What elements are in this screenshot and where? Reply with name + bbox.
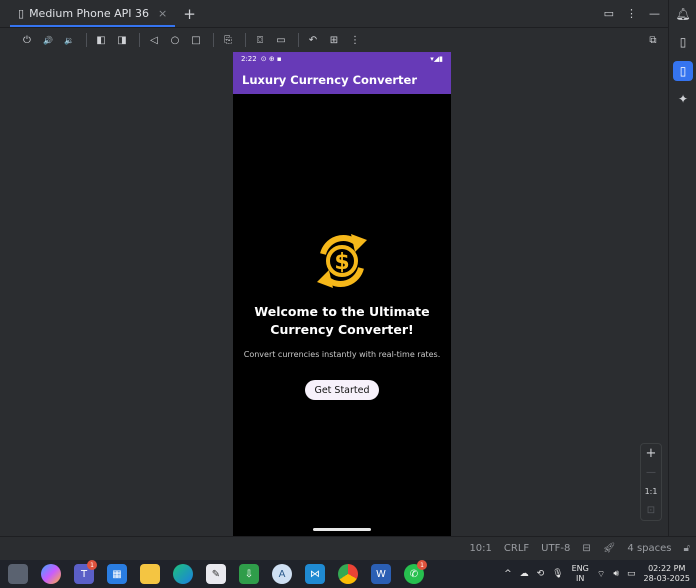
screen-record-icon[interactable]: ▭	[272, 31, 290, 49]
clock[interactable]: 02:22 PM 28-03-2025	[644, 564, 691, 584]
chrome-icon[interactable]	[338, 564, 358, 584]
toolbar-divider	[86, 33, 87, 47]
home-icon[interactable]: ○	[166, 31, 184, 49]
zoom-actual-size-button[interactable]: 1:1	[641, 482, 661, 501]
app-title: Luxury Currency Converter	[242, 73, 418, 87]
toolbar-divider	[213, 33, 214, 47]
notepad-icon[interactable]: ✎	[206, 564, 226, 584]
more-icon[interactable]: ⋮	[346, 31, 364, 49]
back-icon[interactable]: ◁	[145, 31, 163, 49]
right-tool-strip: 🔔︎ ▯ ▯ ✦	[668, 0, 696, 560]
ide-status-bar: 10:1 CRLF UTF-8 ⊟ 🚀︎ 4 spaces 🔓︎	[0, 536, 696, 560]
more-options-icon[interactable]: ⋮	[626, 7, 637, 20]
edge-icon[interactable]	[173, 564, 193, 584]
sync-icon[interactable]: ⟲	[537, 569, 545, 579]
word-icon[interactable]: W	[371, 564, 391, 584]
snapshot-icon[interactable]: ↶	[304, 31, 322, 49]
toolbar-divider	[245, 33, 246, 47]
language-indicator[interactable]: ENG IN	[572, 564, 589, 584]
whatsapp-badge: 1	[417, 560, 427, 570]
power-icon[interactable]: ⏻	[18, 31, 36, 49]
toolbar-divider	[298, 33, 299, 47]
overview-icon[interactable]: □	[187, 31, 205, 49]
emulator-toolbar: ⏻ 🔊 🔉 ◧ ◨ ◁ ○ □ ⎘ ⌼ ▭ ↶ ⊞ ⋮ ⧉	[0, 27, 668, 52]
gesture-home-bar[interactable]	[313, 528, 371, 531]
readonly-toggle-icon[interactable]: ⊟	[582, 543, 590, 554]
device-tab[interactable]: ▯ Medium Phone API 36 ×	[0, 0, 176, 27]
status-time: 2:22	[241, 55, 257, 63]
fold-icon[interactable]: ⎘	[219, 31, 237, 49]
system-tray: ^ ☁ ⟲ 🎙︎ ENG IN ⌔ 🔊︎ ▭ 02:22 PM 28-03-20…	[504, 564, 696, 584]
running-devices-icon[interactable]: ▯	[673, 61, 693, 81]
teams-badge: 1	[87, 560, 97, 570]
device-manager-icon[interactable]: ⧉	[644, 31, 662, 49]
language-code: ENG	[571, 564, 589, 573]
tray-app-icon[interactable]: ☁	[520, 569, 529, 579]
toolbar-divider	[139, 33, 140, 47]
lock-icon[interactable]: 🔓︎	[684, 543, 690, 554]
region-code: IN	[576, 574, 585, 583]
android-status-bar: 2:22 ⊙ ⊕ ▪ ▾◢▮	[233, 52, 451, 66]
whatsapp-icon[interactable]: ✆ 1	[404, 560, 427, 584]
status-icons: ⊙ ⊕ ▪	[260, 55, 282, 63]
line-separator[interactable]: CRLF	[504, 543, 529, 554]
battery-icon[interactable]: ▭	[627, 569, 636, 579]
device-tab-bar: ▯ Medium Phone API 36 × + ▭ ⋮ —	[0, 0, 668, 27]
rotate-left-icon[interactable]: ◧	[92, 31, 110, 49]
minimize-icon[interactable]: —	[649, 7, 660, 20]
indent-setting[interactable]: 4 spaces	[627, 543, 671, 554]
welcome-heading: Welcome to the Ultimate Currency Convert…	[233, 303, 451, 339]
add-device-button[interactable]: +	[175, 0, 204, 27]
cursor-position[interactable]: 10:1	[469, 543, 491, 554]
volume-up-icon[interactable]: 🔊	[39, 31, 57, 49]
zoom-fit-button[interactable]: ⊡	[641, 501, 661, 520]
currency-exchange-icon: $	[317, 234, 367, 288]
welcome-line-1: Welcome to the Ultimate	[254, 304, 430, 319]
clock-date: 28-03-2025	[643, 574, 691, 583]
phone-screen[interactable]: 2:22 ⊙ ⊕ ▪ ▾◢▮ Luxury Currency Converter…	[233, 52, 451, 536]
notifications-icon[interactable]: 🔔︎	[673, 4, 693, 24]
device-tab-label: Medium Phone API 36	[29, 7, 150, 20]
microphone-icon[interactable]: 🎙︎	[552, 569, 563, 579]
windows-taskbar: T1 ▦ ✎ ⇩ A ⋈ W ✆ 1 ^ ☁ ⟲ 🎙︎ ENG IN ⌔ 🔊︎ ▭…	[0, 560, 696, 588]
copilot-icon[interactable]	[41, 564, 61, 584]
mirroring-icon[interactable]: ⊞	[325, 31, 343, 49]
app-bar: Luxury Currency Converter	[233, 66, 451, 94]
signal-battery-icon: ▾◢▮	[430, 55, 443, 63]
zoom-out-button[interactable]: —	[641, 463, 661, 482]
vscode-icon[interactable]: ⋈	[305, 564, 325, 584]
store-icon[interactable]: ▦	[107, 564, 127, 584]
welcome-screen: $ Welcome to the Ultimate Currency Conve…	[233, 94, 451, 536]
inspection-icon[interactable]: 🚀︎	[603, 543, 616, 554]
file-explorer-icon[interactable]	[140, 564, 160, 584]
zoom-panel: + — 1:1 ⊡	[640, 443, 662, 521]
android-studio-icon[interactable]: A	[272, 564, 292, 584]
zoom-in-button[interactable]: +	[641, 444, 661, 463]
screen: ▯ Medium Phone API 36 × + ▭ ⋮ — ⏻ 🔊 🔉 ◧ …	[0, 0, 696, 588]
gemini-icon[interactable]: ✦	[673, 89, 693, 109]
restore-icon[interactable]: ▭	[604, 7, 614, 20]
chevron-up-icon[interactable]: ^	[504, 569, 512, 579]
volume-down-icon[interactable]: 🔉	[60, 31, 78, 49]
file-encoding[interactable]: UTF-8	[541, 543, 570, 554]
rotate-right-icon[interactable]: ◨	[113, 31, 131, 49]
get-started-button[interactable]: Get Started	[305, 380, 379, 400]
taskbar-window-icon[interactable]	[8, 564, 28, 584]
downloads-icon[interactable]: ⇩	[239, 564, 259, 584]
device-icon: ▯	[18, 7, 25, 20]
close-tab-icon[interactable]: ×	[158, 7, 167, 20]
svg-text:$: $	[334, 250, 349, 275]
wifi-icon[interactable]: ⌔	[597, 569, 605, 580]
speaker-icon[interactable]: 🔊︎	[613, 569, 619, 579]
device-manager-side-icon[interactable]: ▯	[673, 32, 693, 52]
teams-icon[interactable]: T1	[74, 560, 97, 584]
screenshot-icon[interactable]: ⌼	[251, 31, 269, 49]
welcome-subtitle: Convert currencies instantly with real-t…	[243, 350, 441, 359]
clock-time: 02:22 PM	[648, 564, 686, 573]
welcome-line-2: Currency Converter!	[270, 322, 414, 337]
